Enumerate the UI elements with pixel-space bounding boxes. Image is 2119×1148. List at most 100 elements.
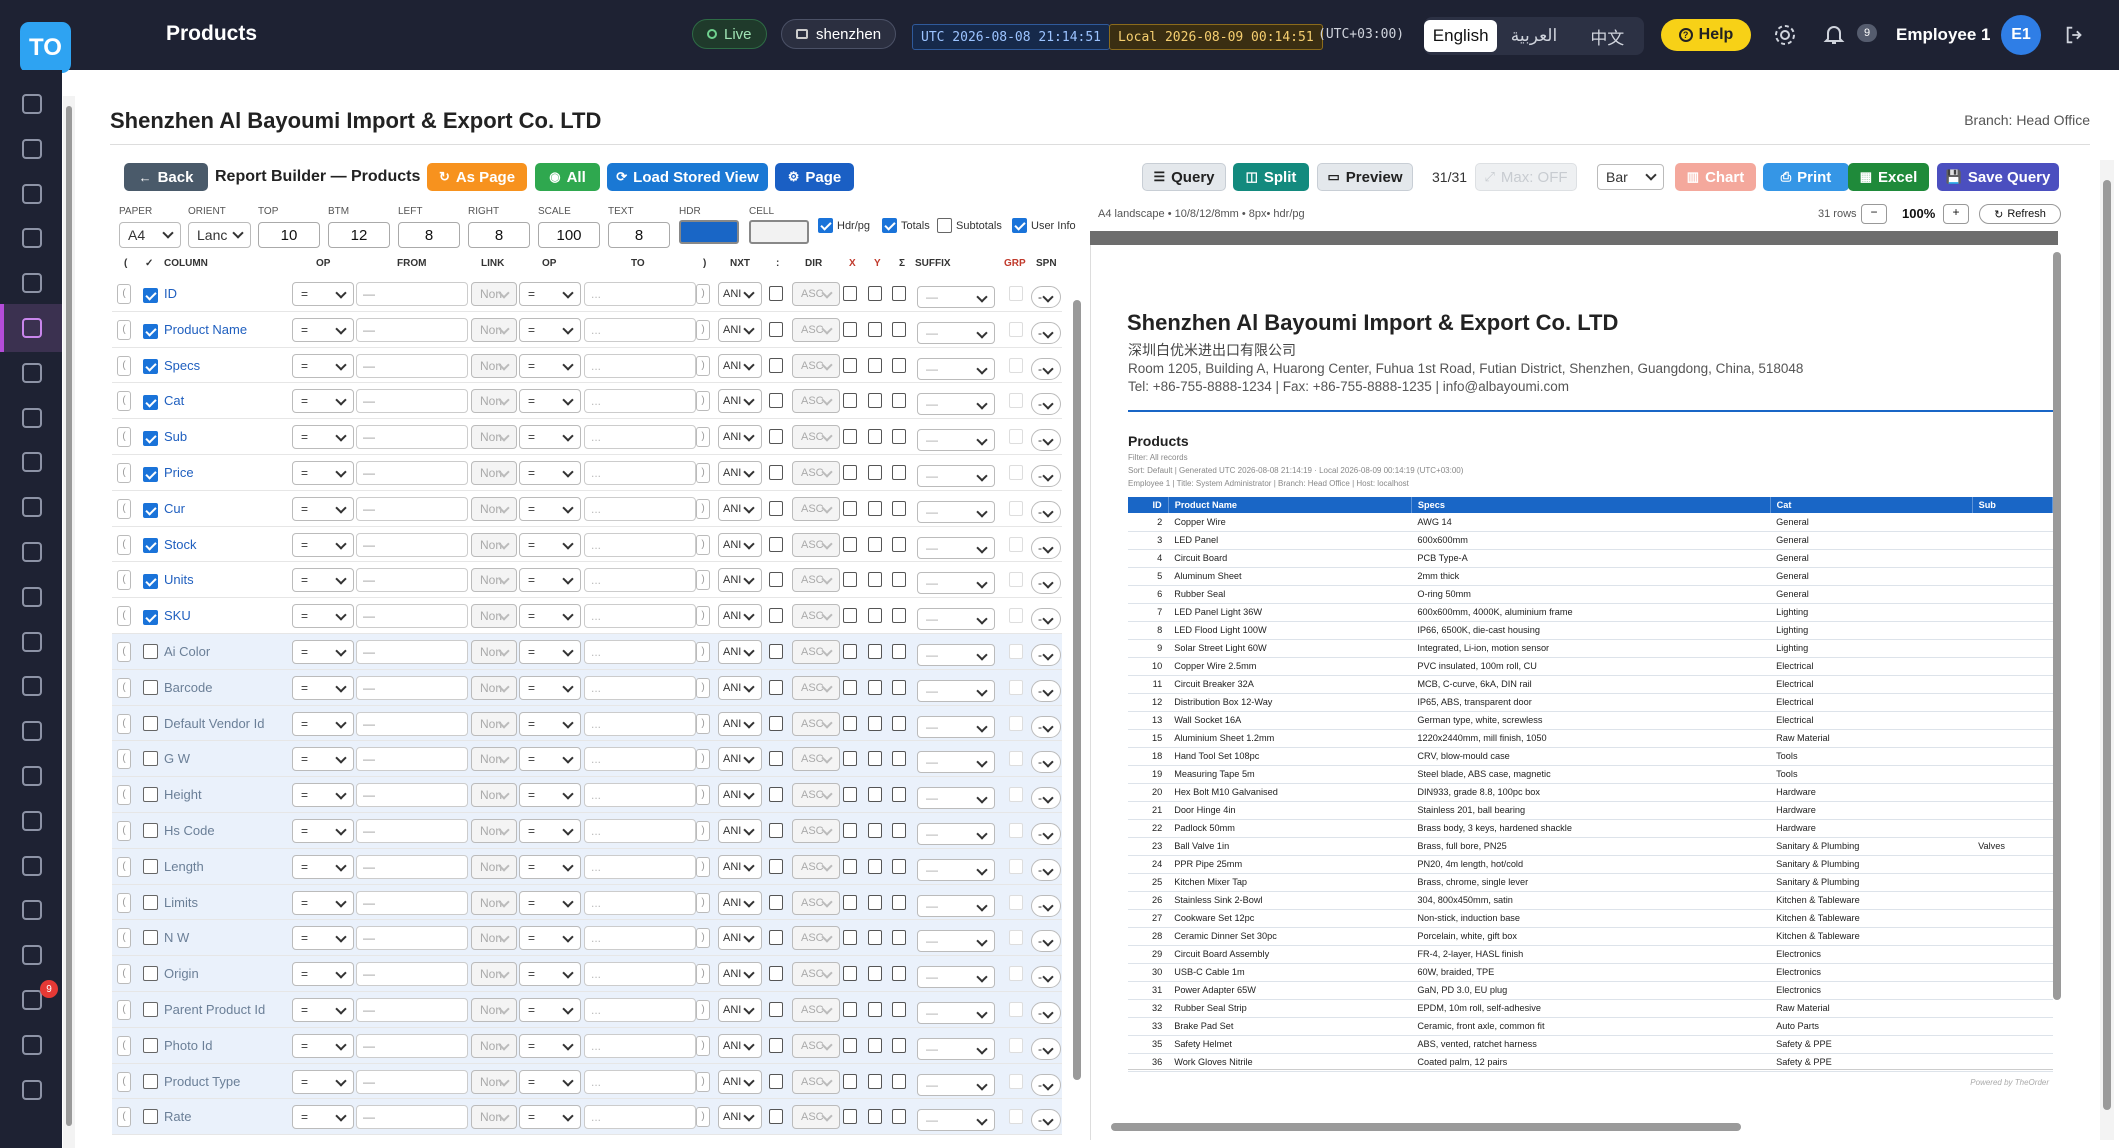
orient-select[interactable]: Lanc — [188, 222, 251, 248]
group-checkbox[interactable] — [1009, 1037, 1023, 1053]
suffix-select[interactable]: — — [917, 500, 995, 523]
x-axis-checkbox[interactable] — [843, 321, 857, 337]
link-select[interactable]: Non — [471, 461, 517, 485]
inbox-icon[interactable] — [22, 945, 42, 966]
op-select[interactable]: = — [292, 1033, 354, 1058]
sum-checkbox[interactable] — [892, 286, 906, 301]
close-paren-toggle[interactable]: ) — [696, 677, 710, 698]
close-paren-toggle[interactable]: ) — [696, 570, 710, 591]
x-axis-checkbox[interactable] — [843, 393, 857, 409]
accessibility-icon[interactable] — [22, 497, 42, 518]
to-input[interactable]: ... — [584, 282, 696, 306]
break-checkbox[interactable] — [769, 1073, 783, 1089]
cell-color-picker[interactable] — [749, 220, 809, 244]
x-axis-checkbox[interactable] — [843, 1073, 857, 1089]
dir-select[interactable]: ASC — [792, 962, 840, 987]
dashboard-icon[interactable] — [22, 94, 42, 114]
sum-checkbox[interactable] — [892, 858, 906, 874]
y-axis-checkbox[interactable] — [868, 1109, 882, 1125]
dir-select[interactable]: ASC — [792, 1105, 840, 1130]
suffix-select[interactable]: — — [917, 286, 995, 308]
op-select[interactable]: = — [292, 568, 354, 593]
op-select[interactable]: = — [292, 747, 354, 772]
next-select[interactable]: ANI — [718, 1033, 762, 1058]
next-select[interactable]: ANI — [718, 604, 762, 629]
op2-select[interactable]: = — [519, 353, 581, 378]
suffix-select[interactable]: — — [917, 1037, 995, 1060]
to-input[interactable]: ... — [584, 890, 696, 915]
cart-icon[interactable] — [22, 183, 42, 204]
tenant-badge[interactable]: shenzhen — [781, 19, 897, 49]
suffix-select[interactable]: — — [917, 357, 995, 380]
suffix-select[interactable]: — — [917, 858, 995, 881]
dir-select[interactable]: ASC — [792, 783, 840, 808]
print-button[interactable]: ⎙ Print — [1763, 163, 1849, 191]
op2-select[interactable]: = — [519, 854, 581, 879]
y-axis-checkbox[interactable] — [868, 1037, 882, 1053]
break-checkbox[interactable] — [769, 1109, 783, 1125]
zoom-out-icon[interactable]: − — [1861, 204, 1887, 224]
break-checkbox[interactable] — [769, 679, 783, 695]
user-info-checkbox[interactable] — [1012, 218, 1027, 233]
sum-checkbox[interactable] — [892, 715, 906, 731]
link-select[interactable]: Non — [471, 389, 517, 414]
y-axis-checkbox[interactable] — [868, 536, 882, 552]
from-input[interactable]: — — [356, 1069, 468, 1094]
column-include-checkbox[interactable] — [143, 715, 158, 731]
suffix-select[interactable]: — — [917, 572, 995, 595]
column-include-checkbox[interactable] — [143, 609, 158, 625]
layers-icon[interactable] — [22, 362, 42, 383]
from-input[interactable]: — — [356, 568, 468, 593]
span-select[interactable]: - — [1031, 644, 1061, 666]
break-checkbox[interactable] — [769, 823, 783, 838]
y-axis-checkbox[interactable] — [868, 894, 882, 910]
from-input[interactable]: — — [356, 926, 468, 951]
gear-icon[interactable] — [1772, 22, 1798, 48]
sum-checkbox[interactable] — [892, 894, 906, 910]
logout-icon[interactable] — [2062, 22, 2088, 48]
avatar[interactable]: E1 — [2001, 15, 2041, 55]
op2-select[interactable]: = — [519, 461, 581, 485]
open-paren-toggle[interactable]: ( — [117, 1035, 131, 1056]
suffix-select[interactable]: — — [917, 894, 995, 917]
dir-select[interactable]: ASC — [792, 819, 840, 843]
close-paren-toggle[interactable]: ) — [696, 606, 710, 627]
preview-col-header[interactable]: Specs — [1411, 497, 1771, 513]
close-paren-toggle[interactable]: ) — [696, 463, 710, 483]
op2-select[interactable]: = — [519, 962, 581, 987]
clipboard-icon[interactable] — [22, 138, 42, 159]
preview-col-header[interactable]: Product Name — [1168, 497, 1412, 513]
dir-select[interactable]: ASC — [792, 890, 840, 915]
close-paren-toggle[interactable]: ) — [696, 534, 710, 555]
group-checkbox[interactable] — [1009, 536, 1023, 552]
break-checkbox[interactable] — [769, 393, 783, 409]
x-axis-checkbox[interactable] — [843, 894, 857, 910]
chart-button[interactable]: ▥ Chart — [1675, 163, 1756, 191]
open-paren-toggle[interactable]: ( — [117, 821, 131, 841]
group-checkbox[interactable] — [1009, 500, 1023, 516]
break-checkbox[interactable] — [769, 608, 783, 624]
sum-checkbox[interactable] — [892, 465, 906, 480]
text-size-input[interactable]: 8 — [608, 222, 670, 248]
open-paren-toggle[interactable]: ( — [117, 570, 131, 591]
dir-select[interactable]: ASC — [792, 747, 840, 772]
subtotals-option[interactable]: Subtotals — [937, 218, 1002, 233]
op2-select[interactable]: = — [519, 819, 581, 843]
sum-checkbox[interactable] — [892, 823, 906, 838]
as-page-button[interactable]: ↻ As Page — [427, 163, 527, 191]
x-axis-checkbox[interactable] — [843, 858, 857, 874]
scale-input[interactable]: 100 — [538, 222, 600, 248]
sum-checkbox[interactable] — [892, 1037, 906, 1053]
close-paren-toggle[interactable]: ) — [696, 1000, 710, 1020]
open-paren-toggle[interactable]: ( — [117, 1107, 131, 1128]
left-margin-input[interactable]: 8 — [398, 222, 460, 248]
op-select[interactable]: = — [292, 675, 354, 700]
column-include-checkbox[interactable] — [143, 787, 158, 803]
column-include-checkbox[interactable] — [143, 466, 158, 482]
subtotals-checkbox[interactable] — [937, 218, 952, 233]
to-input[interactable]: ... — [584, 962, 696, 987]
op-select[interactable]: = — [292, 783, 354, 808]
span-select[interactable]: - — [1031, 536, 1061, 559]
break-checkbox[interactable] — [769, 751, 783, 767]
op-select[interactable]: = — [292, 998, 354, 1022]
